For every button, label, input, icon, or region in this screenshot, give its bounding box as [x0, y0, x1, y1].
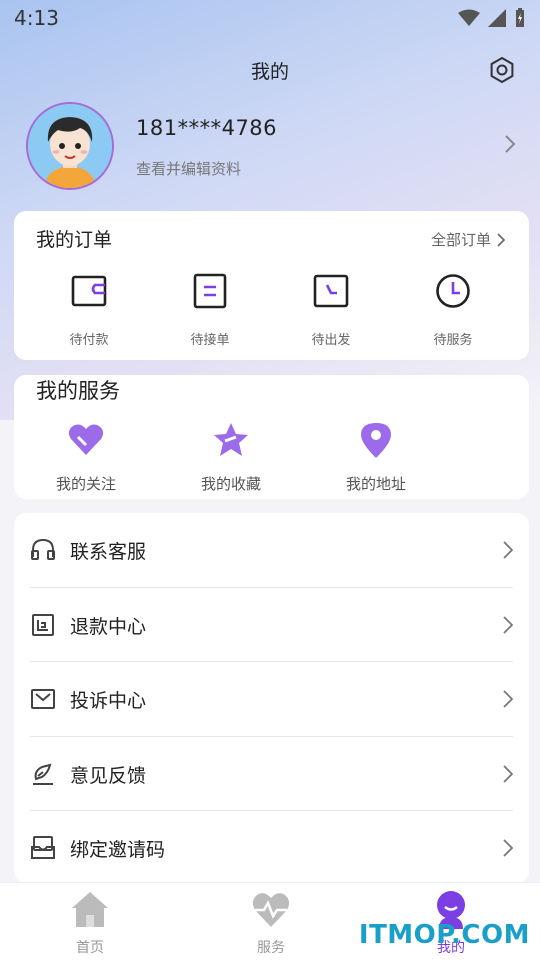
avatar-face-icon	[28, 104, 112, 188]
order-pending-service[interactable]: 待服务	[408, 273, 498, 348]
edit-profile-link[interactable]: 查看并编辑资料	[136, 158, 241, 179]
order-pending-accept[interactable]: 待接单	[165, 273, 255, 348]
user-phone: 181****4786	[136, 116, 278, 140]
chevron-right-icon	[497, 232, 505, 247]
services-card: 我的服务 我的关注 我的收藏 我的地址	[14, 375, 529, 499]
all-orders-link[interactable]: 全部订单	[431, 229, 505, 250]
menu-item-label: 绑定邀请码	[70, 838, 166, 861]
orders-card: 我的订单 全部订单 待付款 待接单 待出发 待服务	[14, 211, 529, 360]
home-icon	[72, 892, 108, 927]
menu-bind-invite-code[interactable]: 绑定邀请码	[30, 811, 513, 885]
service-item-label: 我的关注	[55, 475, 116, 493]
clock-icon	[436, 274, 470, 308]
battery-icon	[516, 8, 524, 27]
wifi-icon	[458, 9, 480, 26]
menu-feedback[interactable]: 意见反馈	[30, 737, 513, 811]
menu-item-label: 投诉中心	[70, 689, 147, 712]
profile-section[interactable]: 181****4786 查看并编辑资料	[26, 102, 526, 190]
location-pin-icon	[361, 423, 391, 458]
chevron-right-icon	[503, 616, 513, 634]
tab-home[interactable]: 首页	[45, 889, 135, 957]
chevron-right-icon[interactable]	[504, 134, 516, 154]
service-address[interactable]: 我的地址	[326, 421, 426, 494]
orders-title: 我的订单	[36, 229, 113, 251]
status-icons	[458, 8, 526, 28]
menu-customer-service[interactable]: 联系客服	[30, 513, 513, 587]
menu-card: 联系客服 退款中心 投诉中心 意见反馈 绑定邀请码	[14, 513, 529, 883]
envelope-icon	[31, 689, 55, 709]
order-pending-payment[interactable]: 待付款	[44, 273, 134, 348]
status-time: 4:13	[14, 6, 59, 30]
invite-box-icon	[31, 836, 55, 859]
chevron-right-icon	[503, 690, 513, 708]
menu-item-label: 退款中心	[70, 615, 147, 638]
heart-icon	[68, 424, 104, 455]
order-item-label: 待出发	[311, 333, 351, 348]
menu-item-label: 联系客服	[70, 540, 147, 563]
order-item-label: 待服务	[433, 333, 473, 348]
page-header: 我的	[0, 48, 540, 92]
status-bar: 4:13	[0, 0, 540, 36]
tab-service[interactable]: 服务	[226, 889, 316, 957]
all-orders-label: 全部订单	[430, 231, 491, 249]
feedback-pen-icon	[33, 763, 53, 785]
depart-icon	[313, 274, 349, 308]
menu-complaint-center[interactable]: 投诉中心	[30, 662, 513, 736]
refund-icon	[32, 614, 54, 636]
wallet-icon	[71, 275, 107, 307]
services-title: 我的服务	[36, 379, 120, 403]
clipboard-icon	[193, 273, 227, 309]
tab-label: 服务	[257, 940, 285, 956]
service-item-label: 我的收藏	[200, 475, 261, 493]
avatar[interactable]	[26, 102, 114, 190]
page-title: 我的	[250, 60, 289, 83]
settings-gear-icon[interactable]	[488, 56, 516, 84]
service-item-label: 我的地址	[345, 475, 406, 493]
chevron-right-icon	[503, 839, 513, 857]
cellular-signal-icon	[488, 9, 506, 27]
service-favorites[interactable]: 我的收藏	[181, 421, 281, 494]
order-pending-depart[interactable]: 待出发	[286, 273, 376, 348]
heartbeat-icon	[252, 893, 290, 927]
watermark: ITMOP.COM	[358, 920, 530, 950]
menu-refund-center[interactable]: 退款中心	[30, 588, 513, 662]
order-item-label: 待接单	[190, 333, 230, 348]
headset-icon	[31, 538, 55, 560]
tab-label: 首页	[76, 940, 104, 956]
chevron-right-icon	[503, 541, 513, 559]
order-item-label: 待付款	[69, 333, 109, 348]
star-icon	[214, 423, 248, 456]
menu-item-label: 意见反馈	[70, 764, 147, 787]
chevron-right-icon	[503, 765, 513, 783]
service-following[interactable]: 我的关注	[36, 421, 136, 494]
